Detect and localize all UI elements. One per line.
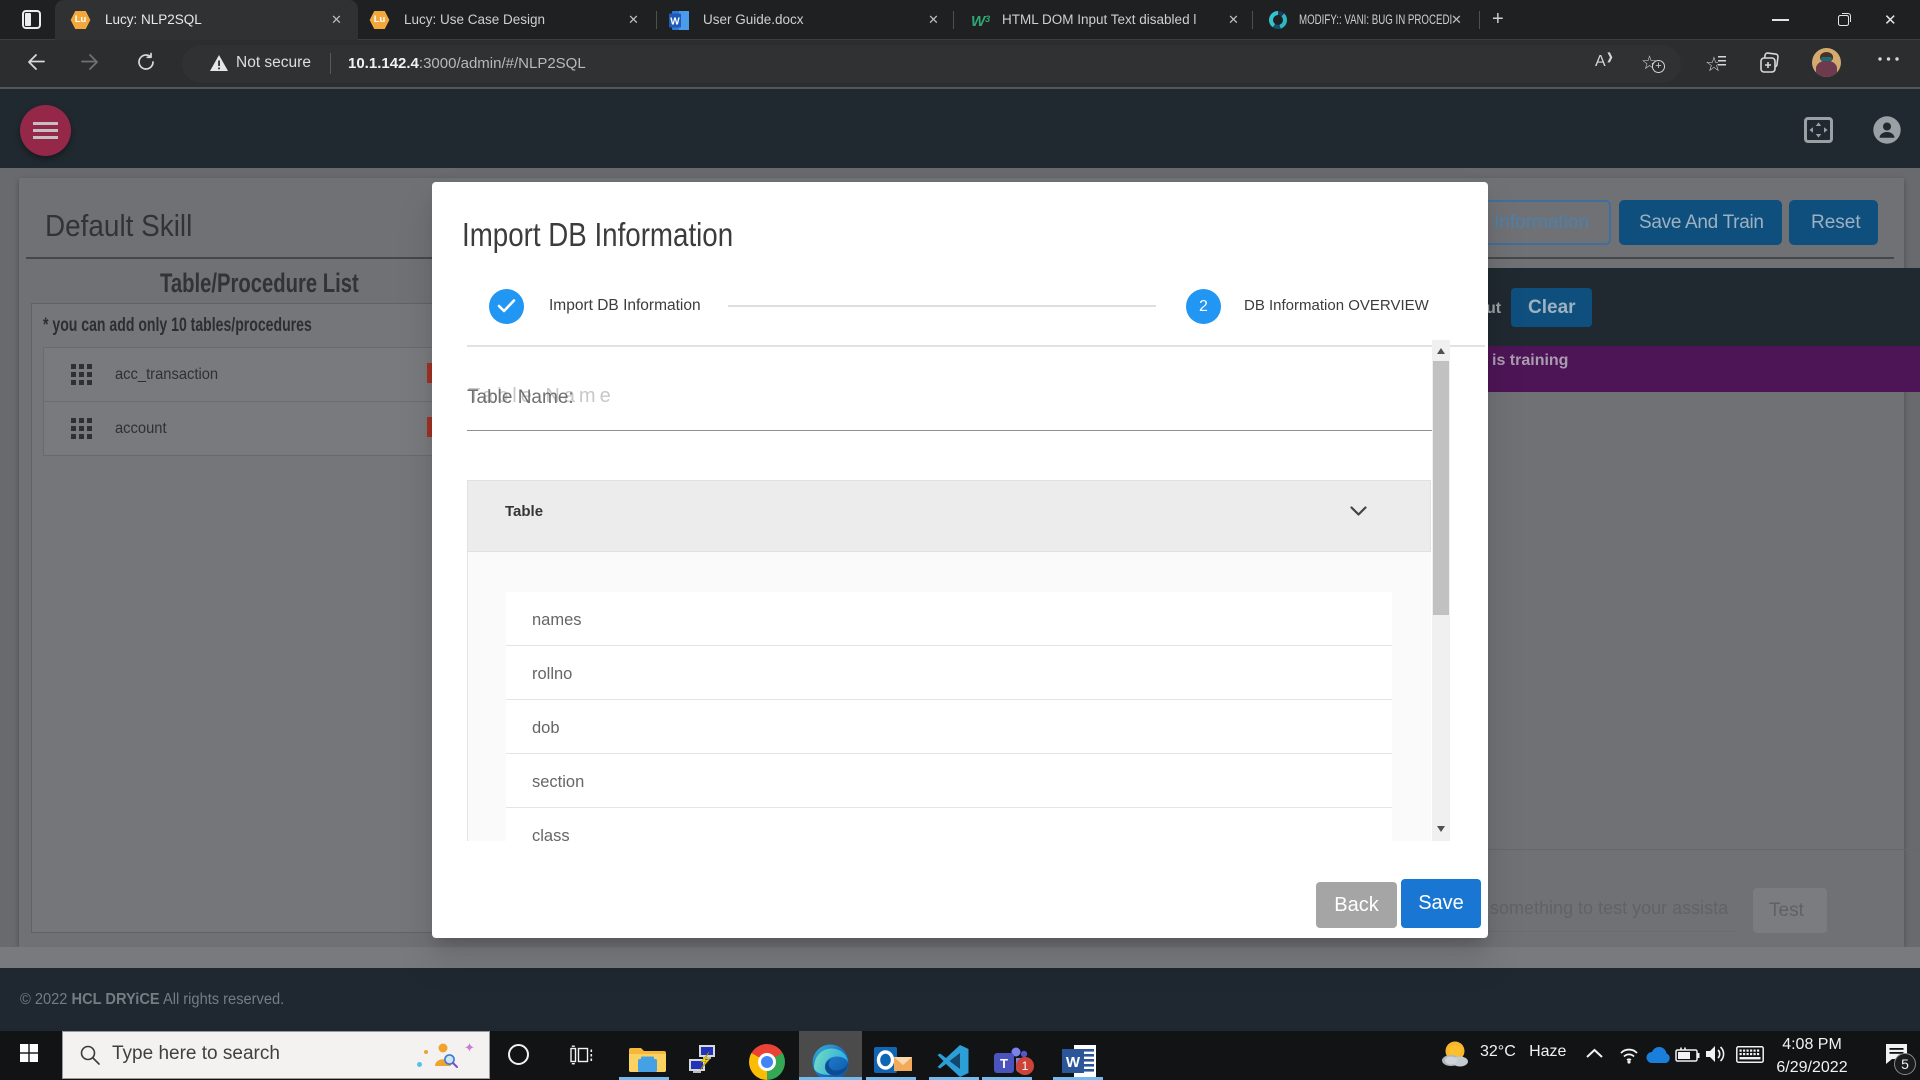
svg-text:W: W xyxy=(1066,1054,1081,1071)
svg-text:W: W xyxy=(670,17,680,28)
svg-text:T: T xyxy=(1000,1056,1008,1071)
